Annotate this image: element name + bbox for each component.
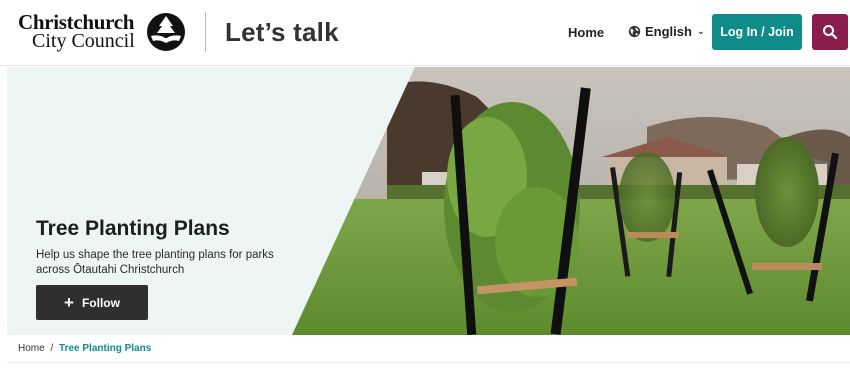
hero-subtitle: Help us shape the tree planting plans fo… <box>36 249 274 276</box>
plus-icon: + <box>64 292 74 312</box>
search-icon <box>823 25 838 40</box>
hero-banner: Tree Planting Plans Help us shape the tr… <box>7 67 850 335</box>
globe-icon <box>628 25 641 38</box>
council-logo[interactable]: Christchurch City Council <box>18 10 188 54</box>
header-divider <box>205 12 206 52</box>
hero-title: Tree Planting Plans <box>36 217 230 240</box>
follow-label: Follow <box>81 295 120 310</box>
search-button[interactable] <box>812 14 848 50</box>
council-emblem-icon <box>147 13 185 51</box>
content-divider <box>7 362 850 363</box>
language-label: English <box>645 24 692 39</box>
login-join-button[interactable]: Log In / Join <box>712 14 802 50</box>
breadcrumb-home-link[interactable]: Home <box>18 343 45 354</box>
follow-button[interactable]: + Follow <box>36 285 148 320</box>
language-selector[interactable]: English ⌄ <box>628 24 705 39</box>
site-header: Christchurch City Council Let’s talk Hom… <box>0 0 850 66</box>
nav-home-link[interactable]: Home <box>568 25 604 40</box>
app-title[interactable]: Let’s talk <box>225 17 339 48</box>
breadcrumb: Home / Tree Planting Plans <box>18 343 151 354</box>
breadcrumb-current: Tree Planting Plans <box>59 343 152 354</box>
chevron-down-icon: ⌄ <box>696 26 705 36</box>
breadcrumb-separator: / <box>50 343 54 354</box>
logo-line2: City Council <box>32 30 135 52</box>
